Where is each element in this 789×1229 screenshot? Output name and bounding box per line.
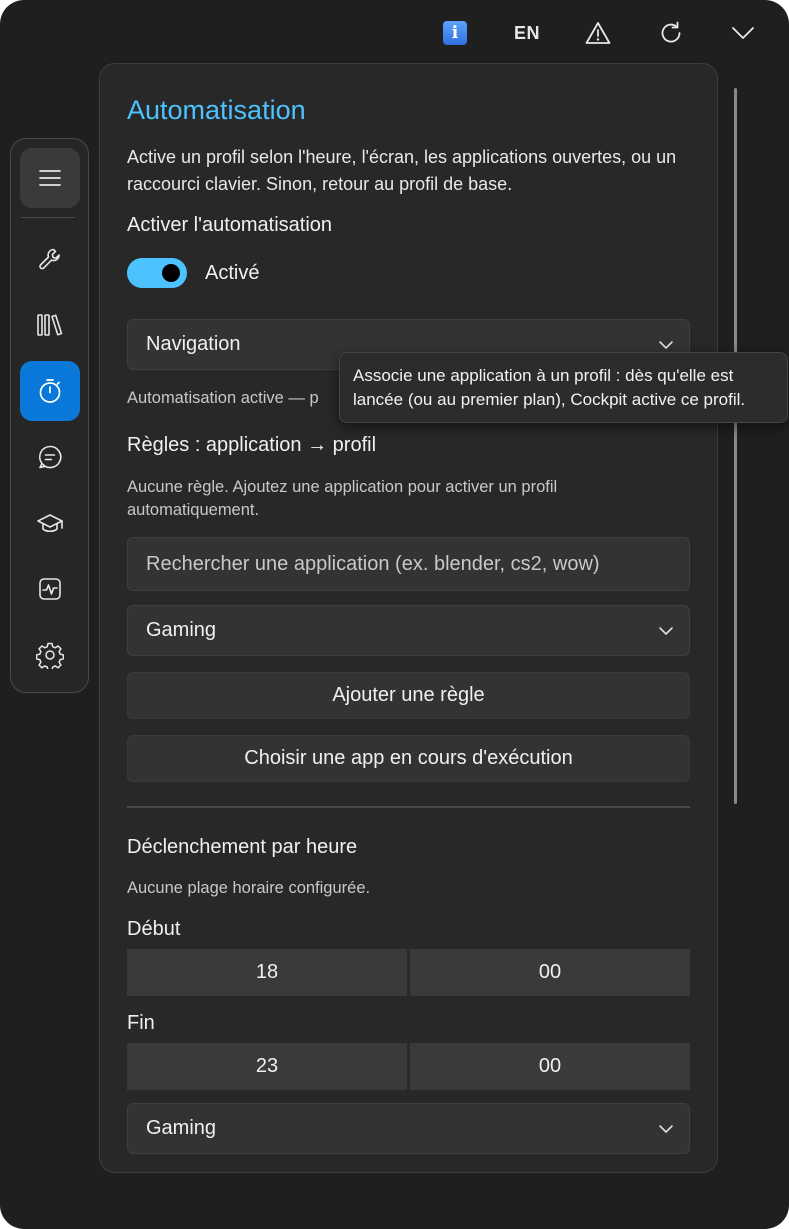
chat-icon — [38, 445, 62, 469]
sidebar — [10, 138, 89, 693]
app-window: i EN Automatisation Active un profil sel… — [0, 0, 789, 1229]
info-button[interactable]: i — [441, 14, 469, 52]
sidebar-item-library[interactable] — [20, 295, 80, 355]
sidebar-item-learn[interactable] — [20, 493, 80, 553]
end-label: Fin — [127, 1012, 155, 1034]
rules-tooltip: Associe une application à un profil : dè… — [339, 352, 788, 423]
automation-toggle[interactable] — [127, 258, 187, 288]
chevron-down-icon — [659, 1124, 673, 1133]
refresh-icon — [661, 21, 681, 43]
hamburger-icon — [39, 170, 61, 186]
wrench-icon — [39, 248, 60, 270]
sidebar-item-tools[interactable] — [20, 229, 80, 289]
sidebar-item-settings[interactable] — [20, 625, 80, 685]
refresh-button[interactable] — [657, 14, 685, 52]
add-rule-button[interactable]: Ajouter une règle — [127, 672, 690, 719]
toggle-knob — [162, 264, 180, 282]
add-rule-label: Ajouter une règle — [332, 684, 485, 706]
app-search-input[interactable]: Rechercher une application (ex. blender,… — [127, 537, 690, 591]
info-icon: i — [443, 21, 467, 45]
pick-running-app-label: Choisir une app en cours d'exécution — [244, 747, 573, 769]
pick-running-app-button[interactable]: Choisir une app en cours d'exécution — [127, 735, 690, 782]
warning-icon — [585, 22, 611, 44]
rules-heading: Règles : application → profil — [127, 434, 377, 456]
page-description: Active un profil selon l'heure, l'écran,… — [127, 147, 677, 194]
base-profile-value: Navigation — [146, 333, 241, 355]
language-label: EN — [513, 22, 540, 43]
chevron-down-icon — [732, 27, 754, 39]
gear-icon — [36, 642, 64, 669]
time-profile-value: Gaming — [146, 1117, 217, 1139]
automation-panel: Automatisation Active un profil selon l'… — [99, 63, 718, 1173]
no-rules-text: Aucune règle. Ajoutez une application po… — [127, 478, 558, 519]
sidebar-item-automation[interactable] — [20, 361, 80, 421]
automation-status: Automatisation active — p — [127, 389, 319, 407]
chevron-down-icon — [659, 626, 673, 635]
start-minute[interactable]: 00 — [410, 949, 690, 996]
collapse-button[interactable] — [729, 14, 757, 52]
warning-button[interactable] — [584, 14, 612, 52]
enable-automation-label: Activer l'automatisation — [127, 214, 333, 236]
toggle-state-label: Activé — [205, 262, 260, 284]
start-hour[interactable]: 18 — [127, 949, 407, 996]
start-time-picker[interactable]: 18 00 — [127, 949, 690, 996]
section-divider — [127, 806, 690, 808]
rule-profile-select[interactable]: Gaming — [127, 605, 690, 656]
library-icon — [37, 314, 63, 336]
time-trigger-heading: Déclenchement par heure — [127, 836, 358, 858]
app-search-placeholder: Rechercher une application (ex. blender,… — [146, 552, 600, 575]
sidebar-item-menu[interactable] — [20, 148, 80, 208]
time-profile-select[interactable]: Gaming — [127, 1103, 690, 1154]
sidebar-item-monitor[interactable] — [20, 559, 80, 619]
end-time-picker[interactable]: 23 00 — [127, 1043, 690, 1090]
no-time-range-text: Aucune plage horaire configurée. — [127, 879, 371, 897]
rule-profile-value: Gaming — [146, 619, 217, 641]
page-title: Automatisation — [127, 95, 306, 125]
sidebar-item-chat[interactable] — [20, 427, 80, 487]
timer-icon — [39, 379, 61, 403]
start-label: Début — [127, 918, 181, 940]
language-button[interactable]: EN — [508, 14, 546, 52]
end-hour[interactable]: 23 — [127, 1043, 407, 1090]
chevron-down-icon — [659, 340, 673, 349]
activity-icon — [39, 578, 61, 600]
sidebar-divider — [21, 217, 75, 218]
end-minute[interactable]: 00 — [410, 1043, 690, 1090]
scrollbar[interactable] — [734, 88, 737, 804]
graduation-cap-icon — [37, 514, 63, 533]
